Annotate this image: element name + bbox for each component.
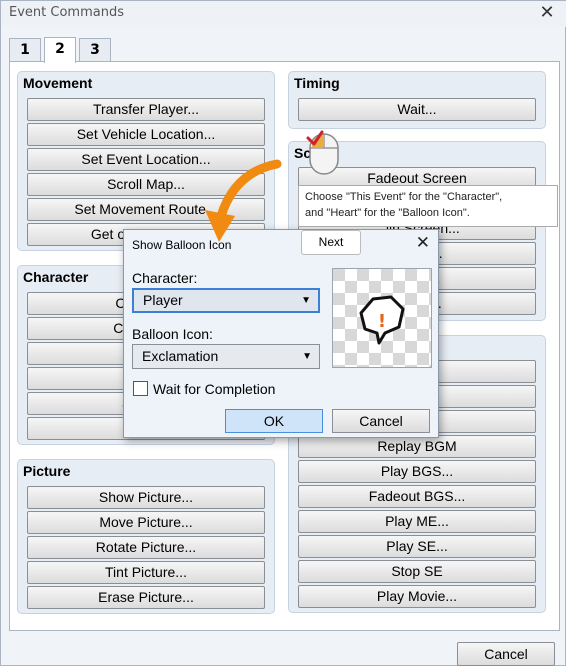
fadeout-bgs-button[interactable]: Fadeout BGS... — [298, 485, 536, 508]
close-icon[interactable]: ✕ — [537, 3, 557, 23]
play-se-button[interactable]: Play SE... — [298, 535, 536, 558]
balloon-icon-select[interactable]: Exclamation ▼ — [132, 344, 320, 369]
window-title: Event Commands — [9, 5, 124, 20]
tab-3[interactable]: 3 — [79, 38, 111, 62]
curved-arrow-icon — [205, 159, 282, 242]
character-select-value: Player — [143, 292, 183, 308]
character-label: Character: — [132, 270, 198, 286]
set-vehicle-location-button[interactable]: Set Vehicle Location... — [27, 123, 265, 146]
dialog-cancel-button[interactable]: Cancel — [332, 409, 430, 433]
tooltip-line-1: Choose "This Event" for the "Character", — [305, 191, 503, 203]
replay-bgm-button[interactable]: Replay BGM — [298, 435, 536, 458]
character-select[interactable]: Player ▼ — [132, 288, 320, 313]
rotate-picture-button[interactable]: Rotate Picture... — [27, 536, 265, 559]
wait-for-completion-checkbox[interactable] — [133, 381, 148, 396]
show-picture-button[interactable]: Show Picture... — [27, 486, 265, 509]
ok-button[interactable]: OK — [225, 409, 323, 433]
stop-se-button[interactable]: Stop SE — [298, 560, 536, 583]
tooltip-line-2: and "Heart" for the "Balloon Icon". — [305, 207, 470, 219]
balloon-preview-image: ! — [333, 269, 431, 367]
balloon-icon-select-value: Exclamation — [142, 348, 219, 364]
tint-picture-button[interactable]: Tint Picture... — [27, 561, 265, 584]
character-group-title: Character — [23, 269, 89, 285]
title-bar: Event Commands ✕ — [1, 1, 566, 27]
tab-1[interactable]: 1 — [9, 38, 41, 62]
balloon-preview: ! — [332, 268, 432, 368]
timing-group: Timing Wait... — [288, 71, 546, 129]
tab-2[interactable]: 2 — [44, 37, 76, 63]
picture-group-title: Picture — [23, 463, 71, 479]
balloon-icon-label: Balloon Icon: — [132, 326, 213, 342]
mouse-icon — [306, 130, 339, 175]
balloon-exclamation-mark: ! — [378, 311, 386, 332]
move-picture-button[interactable]: Move Picture... — [27, 511, 265, 534]
tutorial-tooltip: Choose "This Event" for the "Character",… — [298, 185, 558, 227]
chevron-down-icon: ▼ — [301, 295, 311, 306]
show-balloon-icon-dialog: Show Balloon Icon ✕ Character: Player ▼ … — [123, 229, 439, 438]
transfer-player-button[interactable]: Transfer Player... — [27, 98, 265, 121]
erase-picture-button[interactable]: Erase Picture... — [27, 586, 265, 609]
wait-for-completion-label: Wait for Completion — [153, 381, 276, 397]
movement-group-title: Movement — [23, 75, 93, 91]
timing-group-title: Timing — [294, 75, 340, 91]
play-me-button[interactable]: Play ME... — [298, 510, 536, 533]
wait-button[interactable]: Wait... — [298, 98, 536, 121]
next-button[interactable]: Next — [301, 230, 361, 255]
chevron-down-icon: ▼ — [302, 351, 312, 362]
cancel-button[interactable]: Cancel — [457, 642, 555, 666]
play-bgs-button[interactable]: Play BGS... — [298, 460, 536, 483]
picture-group: Picture Show Picture... Move Picture... … — [17, 459, 275, 614]
dialog-close-icon[interactable]: ✕ — [416, 233, 430, 253]
play-movie-button[interactable]: Play Movie... — [298, 585, 536, 608]
